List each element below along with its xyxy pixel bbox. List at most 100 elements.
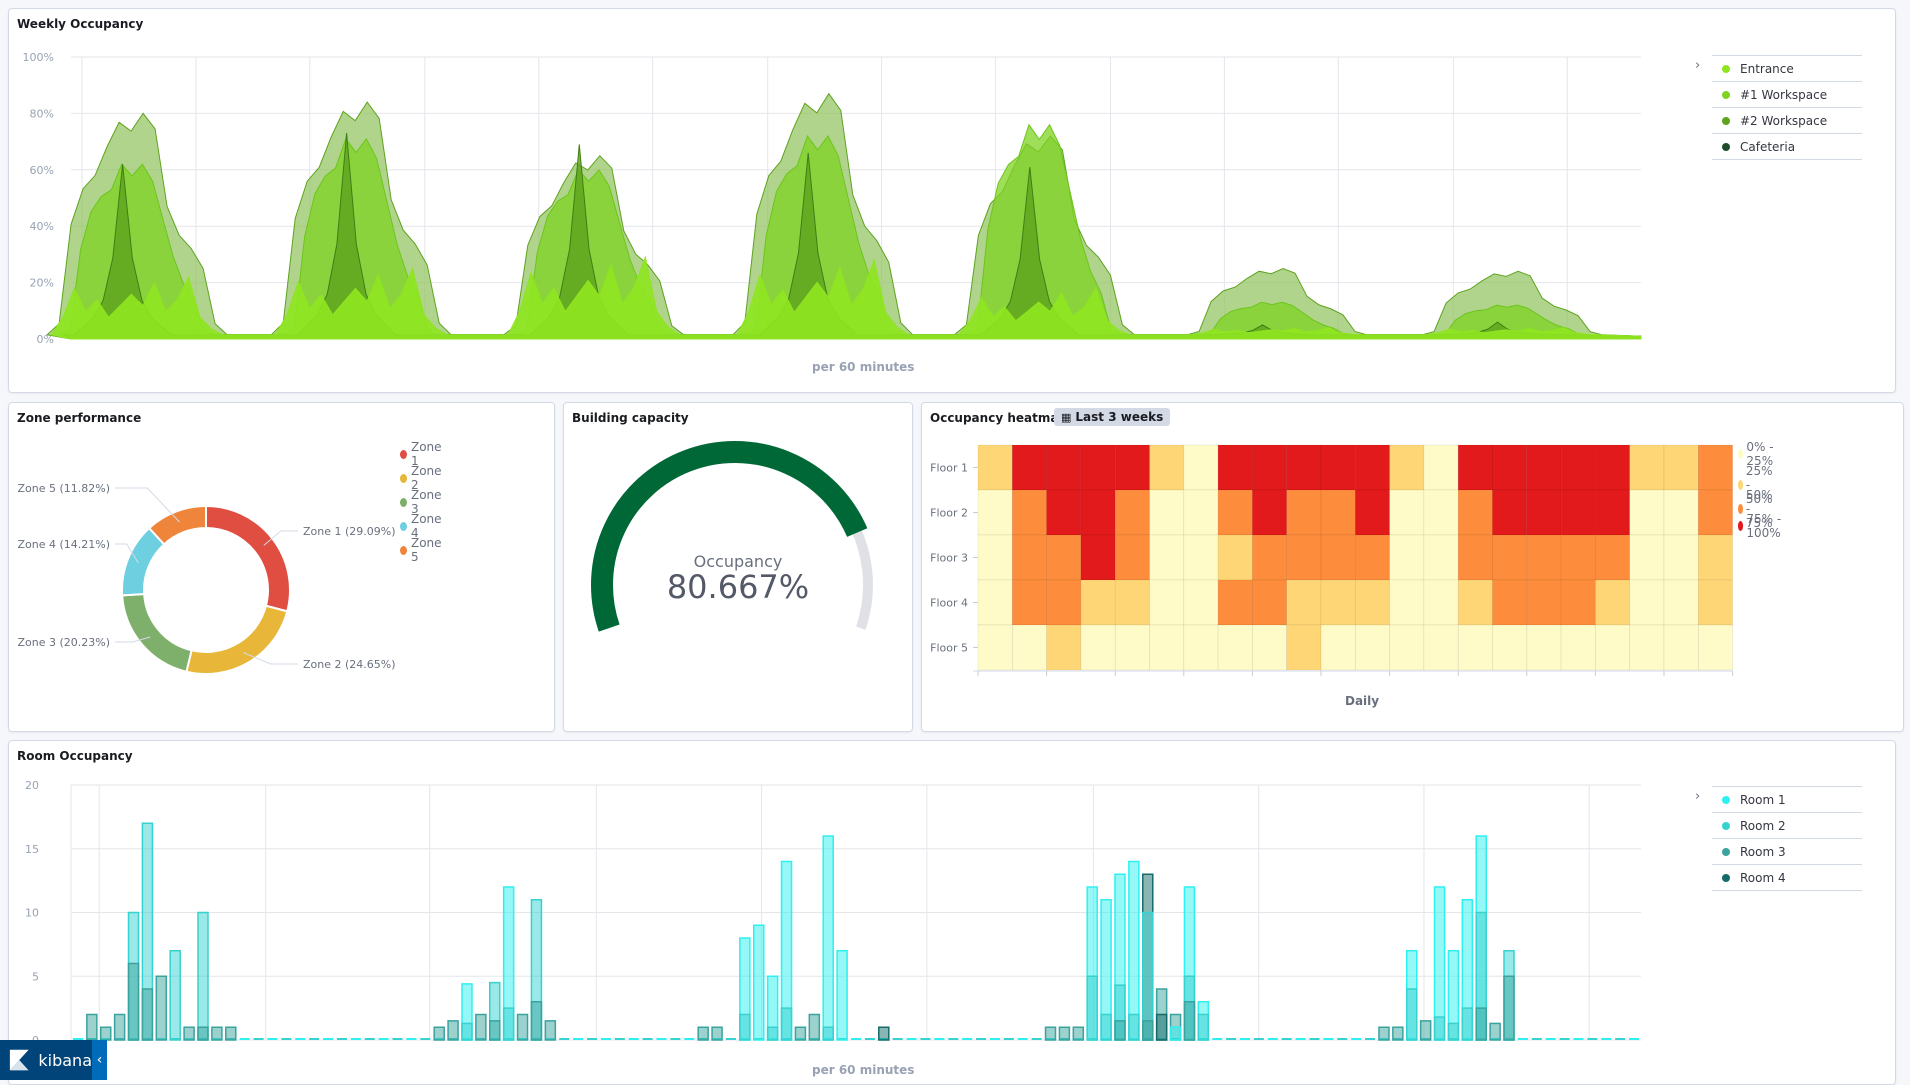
- zero-bar: [1601, 1038, 1612, 1040]
- room-bar-3[interactable]: [183, 1026, 195, 1041]
- room-bar-2[interactable]: [1433, 1016, 1446, 1041]
- y-tick-label: 20: [25, 779, 39, 792]
- zero-bar: [1559, 1038, 1570, 1040]
- room-bar-2[interactable]: [1128, 1013, 1140, 1041]
- room-bar-3[interactable]: [197, 1026, 209, 1041]
- zero-bar: [656, 1038, 667, 1040]
- zero-bar: [892, 1038, 903, 1040]
- zero-bar: [989, 1038, 1000, 1040]
- zero-bar: [1337, 1038, 1348, 1040]
- y-tick-label: 10: [25, 907, 39, 920]
- room-bar-3[interactable]: [1114, 1020, 1126, 1041]
- room-bar-1[interactable]: [822, 835, 834, 1041]
- room-legend-item[interactable]: Room 2: [1712, 812, 1862, 838]
- room-bar-3[interactable]: [447, 1020, 459, 1041]
- zero-bar: [850, 1038, 862, 1040]
- room-bar-2[interactable]: [780, 1007, 793, 1041]
- room-bar-3[interactable]: [1142, 1020, 1154, 1041]
- room-bar-2[interactable]: [1086, 975, 1098, 1041]
- room-bar-3[interactable]: [127, 962, 140, 1041]
- room-bar-1[interactable]: [752, 924, 765, 1041]
- zero-bar: [1212, 1038, 1223, 1040]
- legend-toggle-chevron-icon[interactable]: ›: [1695, 789, 1700, 804]
- room-legend-item[interactable]: Room 1: [1712, 786, 1862, 812]
- room-legend-item[interactable]: Room 3: [1712, 838, 1862, 864]
- room-bar-1[interactable]: [1128, 860, 1140, 1041]
- room-bar-3[interactable]: [211, 1026, 223, 1041]
- room-bar-3[interactable]: [1378, 1026, 1390, 1041]
- y-tick-label: 15: [25, 843, 39, 856]
- room-bar-3[interactable]: [141, 988, 154, 1041]
- room-bar-1[interactable]: [1169, 1026, 1182, 1041]
- room-bar-3[interactable]: [1058, 1026, 1071, 1041]
- zero-bar: [1031, 1038, 1042, 1040]
- room-bar-2[interactable]: [1100, 1013, 1112, 1041]
- kibana-brand-badge[interactable]: kibana ‹: [0, 1040, 107, 1080]
- room-bar-3[interactable]: [86, 1013, 98, 1041]
- room-bar-3[interactable]: [794, 1026, 807, 1041]
- zero-bar: [1517, 1038, 1528, 1040]
- room-bar-3[interactable]: [808, 1013, 821, 1041]
- room-bar-3[interactable]: [489, 1020, 501, 1041]
- zero-bar: [1365, 1038, 1376, 1040]
- room-bar-3[interactable]: [1419, 1020, 1432, 1041]
- zero-bar: [281, 1038, 292, 1040]
- room-bar-3[interactable]: [1489, 1022, 1501, 1041]
- zero-bar: [573, 1038, 584, 1040]
- room-bar-2[interactable]: [1406, 988, 1418, 1041]
- zero-bar: [1531, 1038, 1542, 1040]
- room-bar-3[interactable]: [1475, 1007, 1487, 1041]
- zero-bar: [725, 1038, 736, 1040]
- room-bar-2[interactable]: [169, 950, 181, 1041]
- zero-bar: [1309, 1038, 1320, 1040]
- room-occupancy-chart[interactable]: 05101520: [0, 0, 1910, 1080]
- room-bar-2[interactable]: [461, 1022, 473, 1041]
- collapse-chevron-icon[interactable]: ‹: [92, 1040, 107, 1080]
- room-bar-4[interactable]: [1155, 1013, 1168, 1041]
- kibana-logo[interactable]: kibana: [0, 1040, 92, 1080]
- room-bar-3[interactable]: [1503, 975, 1515, 1041]
- room-bar-3[interactable]: [530, 1001, 543, 1041]
- room-bar-2[interactable]: [1197, 1013, 1210, 1041]
- legend-label: Room 4: [1740, 870, 1786, 885]
- zero-bar: [378, 1038, 389, 1040]
- zero-bar: [1003, 1038, 1014, 1040]
- zero-bar: [1240, 1038, 1251, 1040]
- zero-bar: [864, 1038, 875, 1040]
- room-bar-3[interactable]: [1044, 1026, 1057, 1041]
- room-bar-1[interactable]: [836, 950, 848, 1041]
- room-legend-item[interactable]: Room 4: [1712, 864, 1862, 890]
- room-bar-3[interactable]: [544, 1020, 557, 1041]
- room-bar-3[interactable]: [1072, 1026, 1085, 1041]
- room-bar-3[interactable]: [475, 1013, 487, 1041]
- zero-bar: [350, 1038, 361, 1040]
- zero-bar: [295, 1038, 306, 1040]
- room-bar-2[interactable]: [739, 1013, 751, 1041]
- zero-bar: [1295, 1038, 1306, 1040]
- room-bar-3[interactable]: [113, 1013, 126, 1041]
- zero-bar: [587, 1038, 598, 1040]
- room-bar-3[interactable]: [99, 1026, 112, 1041]
- room-bar-3[interactable]: [1392, 1026, 1404, 1041]
- room-bar-2[interactable]: [1447, 1022, 1460, 1041]
- room-bar-3[interactable]: [516, 1013, 529, 1041]
- room-bar-3[interactable]: [155, 975, 168, 1041]
- room-bar-2[interactable]: [502, 1007, 515, 1041]
- legend-label: Room 3: [1740, 844, 1786, 859]
- zero-bar: [976, 1038, 987, 1040]
- room-bar-3[interactable]: [433, 1026, 445, 1041]
- room-bar-2[interactable]: [1461, 1007, 1474, 1041]
- zero-bar: [1281, 1038, 1292, 1040]
- zero-bar: [559, 1038, 570, 1040]
- room-bar-2[interactable]: [766, 1026, 779, 1041]
- zero-bar: [1351, 1038, 1362, 1040]
- room-bar-2[interactable]: [197, 911, 209, 1041]
- room-bar-3[interactable]: [225, 1026, 237, 1041]
- zero-bar: [934, 1038, 945, 1040]
- room-bar-4[interactable]: [878, 1026, 890, 1041]
- room-bar-2[interactable]: [822, 1026, 834, 1041]
- room-bar-3[interactable]: [711, 1026, 723, 1041]
- room-bar-3[interactable]: [697, 1026, 709, 1041]
- room-bar-3[interactable]: [1183, 1001, 1196, 1041]
- zero-bar: [684, 1038, 695, 1040]
